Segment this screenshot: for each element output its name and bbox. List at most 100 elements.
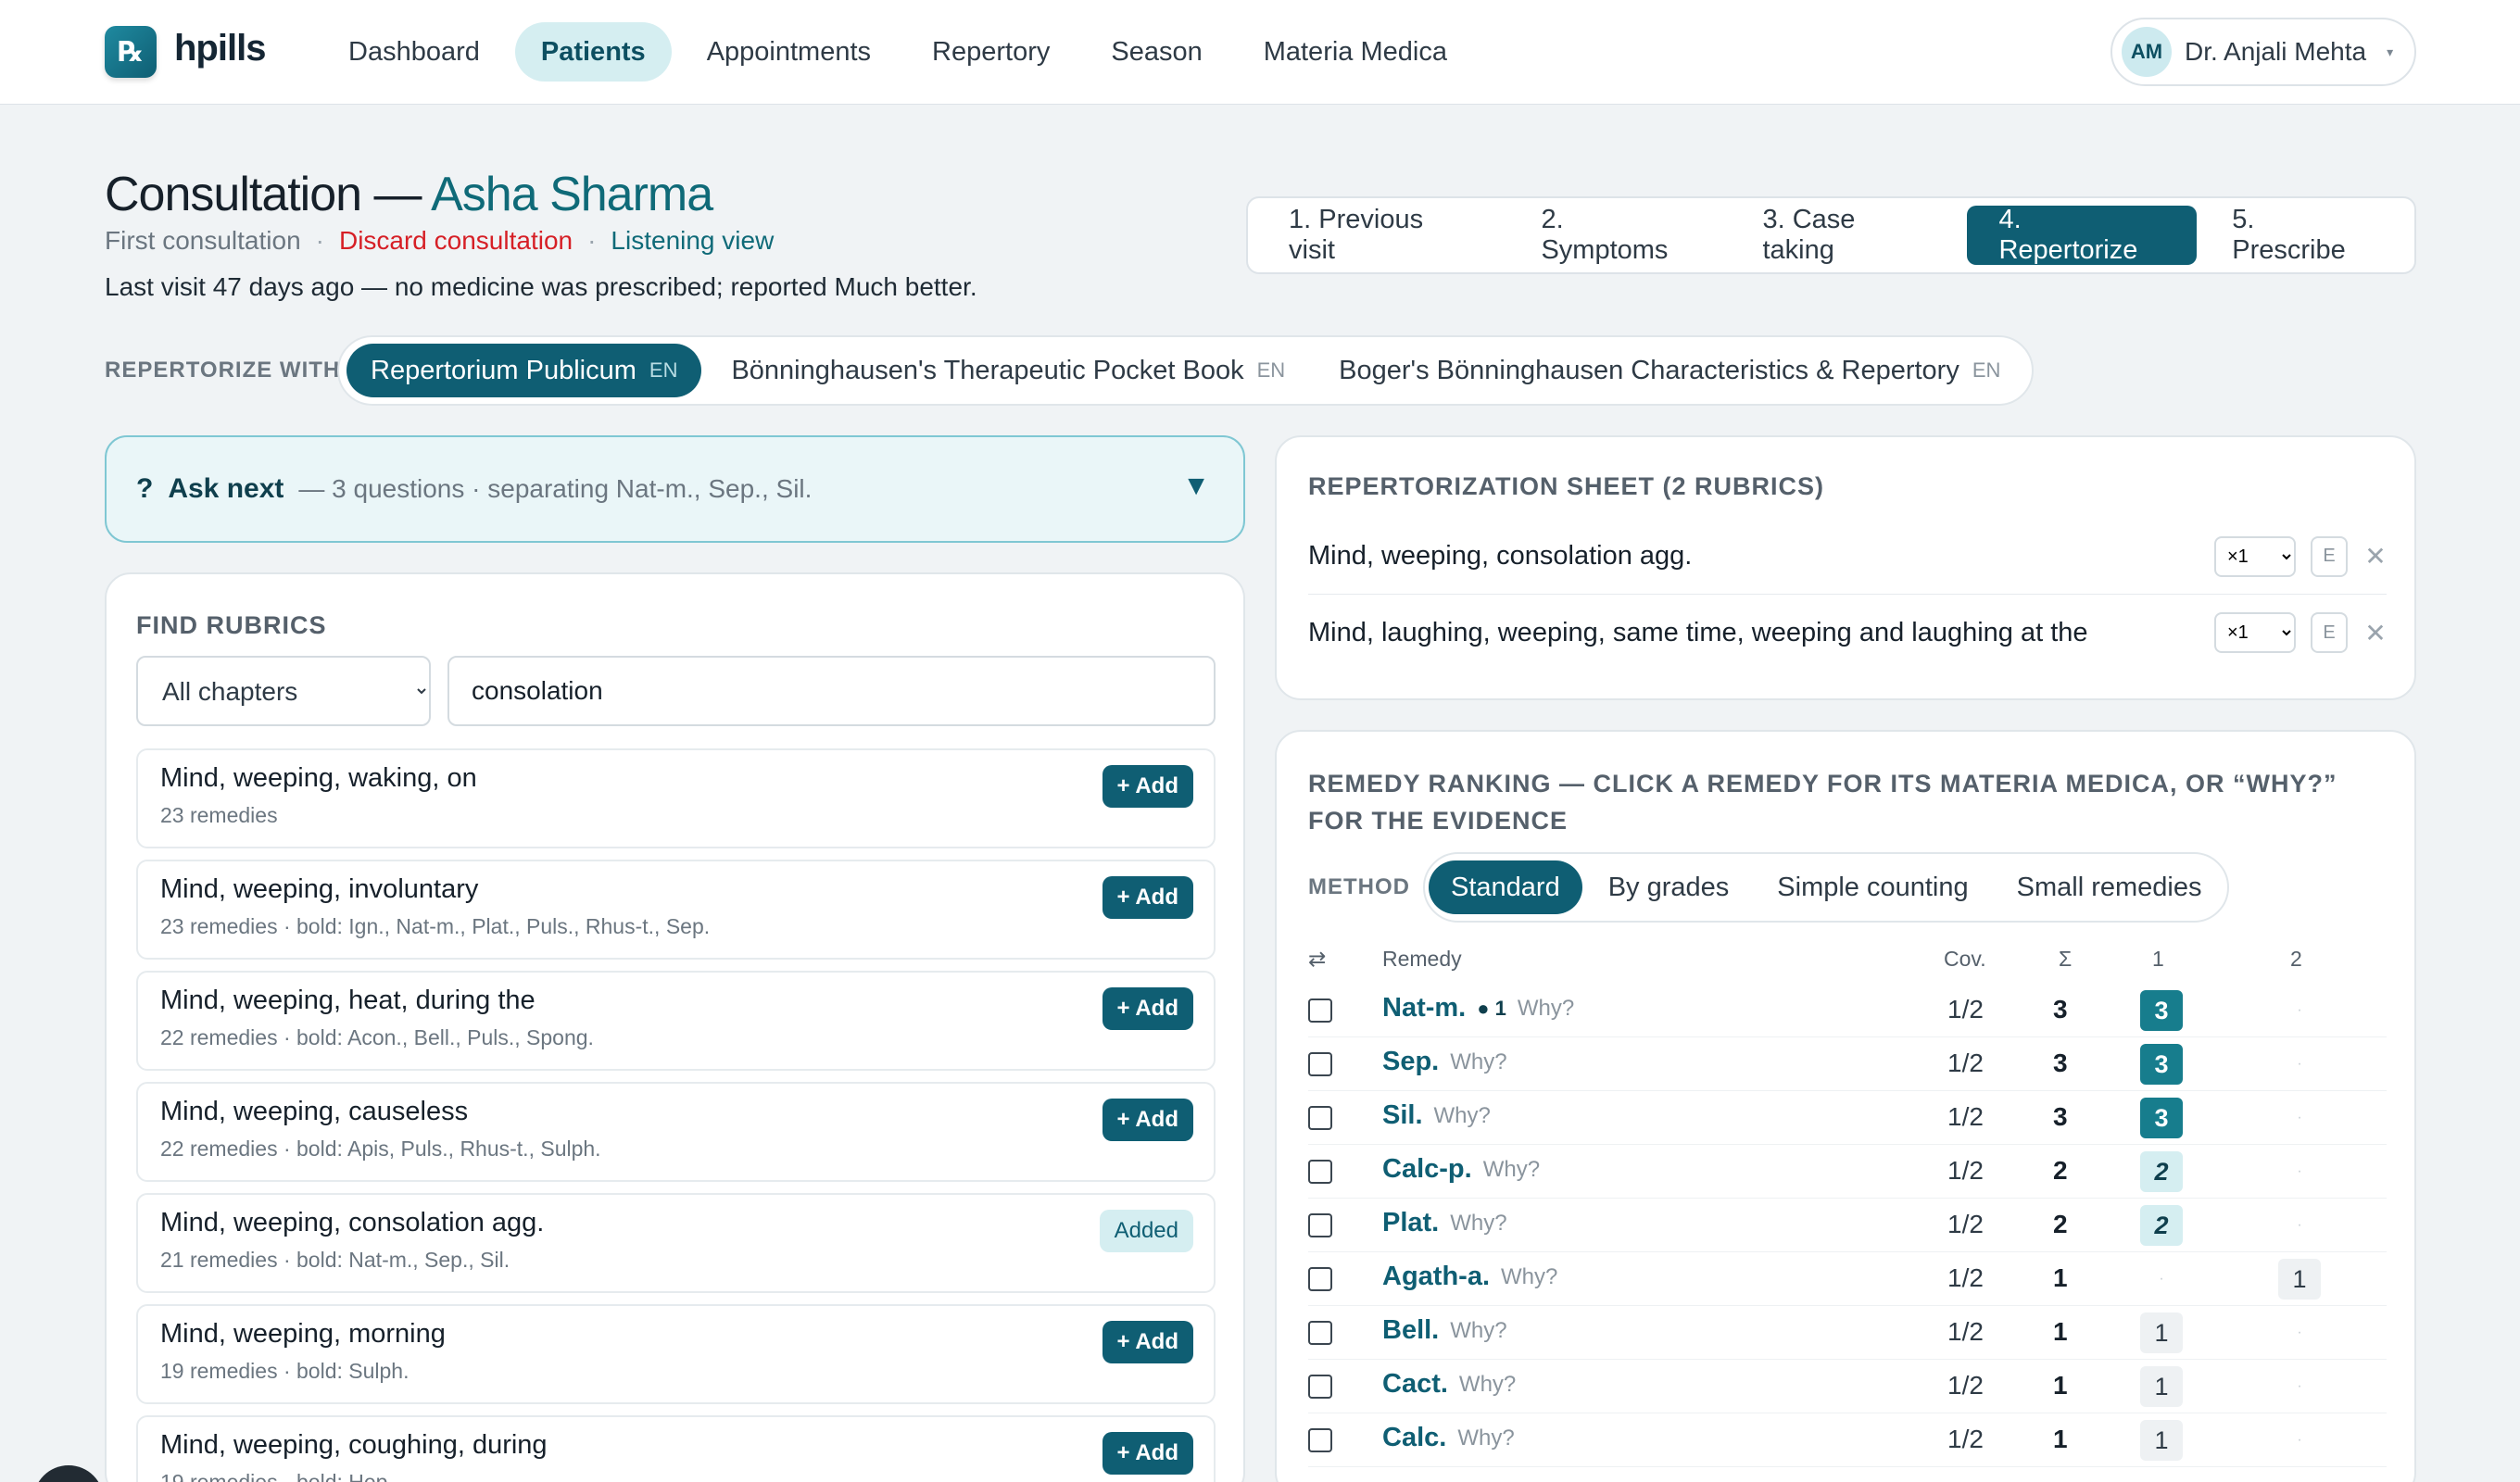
coverage-value: 1/2	[1947, 995, 1984, 1024]
multiplier-select[interactable]: ×1	[2214, 535, 2296, 577]
add-rubric-button[interactable]: + Add	[1102, 1321, 1193, 1363]
list-item[interactable]: Mind, weeping, heat, during the 22 remed…	[136, 971, 1216, 1071]
why-link[interactable]: Why?	[1434, 1103, 1491, 1129]
repertory-option-tpb[interactable]: Bönninghausen's Therapeutic Pocket Book …	[707, 344, 1309, 397]
table-row: Sil. Why? 1/2 3 3 ·	[1308, 1091, 2387, 1145]
consultation-meta: First consultation · Discard consultatio…	[105, 226, 774, 256]
remedy-select-checkbox[interactable]	[1308, 1106, 1332, 1130]
chevron-down-icon[interactable]: ▼	[1182, 471, 1210, 502]
column-rubric-2[interactable]: 2	[2290, 947, 2302, 972]
method-standard[interactable]: Standard	[1429, 860, 1582, 914]
user-menu[interactable]: AM Dr. Anjali Mehta ▾	[2110, 18, 2416, 86]
add-rubric-button[interactable]: + Add	[1102, 1099, 1193, 1141]
listening-view-link[interactable]: Listening view	[611, 226, 774, 256]
swap-icon[interactable]: ⇄	[1308, 947, 1326, 972]
added-rubric-badge: Added	[1099, 1210, 1193, 1252]
remedy-link[interactable]: Nat-m.	[1382, 993, 1466, 1024]
remedy-cell: Plat. Why?	[1382, 1208, 1507, 1238]
eliminative-toggle[interactable]: E	[2311, 535, 2348, 577]
step-symptoms[interactable]: 2. Symptoms	[1509, 205, 1727, 265]
close-icon[interactable]: ✕	[2364, 541, 2387, 571]
nav-dashboard[interactable]: Dashboard	[322, 22, 506, 82]
list-item[interactable]: Mind, weeping, morning 19 remedies · bol…	[136, 1304, 1216, 1404]
rubric-search-input[interactable]	[447, 656, 1216, 726]
list-item[interactable]: Mind, weeping, coughing, during 19 remed…	[136, 1415, 1216, 1482]
rubric-name: Mind, weeping, morning	[160, 1319, 446, 1349]
remedy-select-checkbox[interactable]	[1308, 1375, 1332, 1399]
nav-repertory[interactable]: Repertory	[906, 22, 1076, 82]
help-chat-button[interactable]	[33, 1465, 104, 1482]
sheet-rubric-name: Mind, weeping, consolation agg.	[1308, 541, 1693, 571]
separator-dot: ·	[315, 226, 324, 255]
brand-name[interactable]: hpills	[174, 28, 266, 69]
why-link[interactable]: Why?	[1459, 1372, 1516, 1398]
add-rubric-button[interactable]: + Add	[1102, 765, 1193, 808]
column-remedy[interactable]: Remedy	[1382, 947, 1462, 972]
step-repertorize[interactable]: 4. Repertorize	[1967, 205, 2198, 265]
remedy-select-checkbox[interactable]	[1308, 1321, 1332, 1345]
remedy-select-checkbox[interactable]	[1308, 1267, 1332, 1291]
list-item[interactable]: Mind, weeping, involuntary 23 remedies ·…	[136, 860, 1216, 960]
why-link[interactable]: Why?	[1457, 1425, 1514, 1451]
add-rubric-button[interactable]: + Add	[1102, 1432, 1193, 1475]
remedy-link[interactable]: Bell.	[1382, 1315, 1439, 1346]
nav-appointments[interactable]: Appointments	[681, 22, 897, 82]
method-by-grades[interactable]: By grades	[1586, 860, 1752, 914]
column-coverage[interactable]: Cov.	[1944, 947, 1986, 972]
rubric-name: Mind, weeping, involuntary	[160, 874, 479, 904]
remedy-link[interactable]: Calc.	[1382, 1423, 1446, 1453]
app-logo-icon[interactable]: ℞	[105, 26, 157, 78]
column-rubric-1[interactable]: 1	[2152, 947, 2164, 972]
step-previous-visit[interactable]: 1. Previous visit	[1257, 205, 1506, 265]
list-item[interactable]: Mind, weeping, causeless 22 remedies · b…	[136, 1082, 1216, 1182]
why-link[interactable]: Why?	[1483, 1157, 1540, 1183]
remedy-link[interactable]: Sil.	[1382, 1100, 1423, 1131]
why-link[interactable]: Why?	[1518, 996, 1574, 1022]
why-link[interactable]: Why?	[1501, 1264, 1557, 1290]
remedy-link[interactable]: Sep.	[1382, 1047, 1439, 1077]
nav-season[interactable]: Season	[1085, 22, 1228, 82]
remedy-select-checkbox[interactable]	[1308, 1428, 1332, 1452]
page-title-prefix: Consultation —	[105, 168, 432, 221]
table-row: Calc. Why? 1/2 1 1 ·	[1308, 1413, 2387, 1467]
remedy-link[interactable]: Plat.	[1382, 1208, 1439, 1238]
remedy-link[interactable]: Calc-p.	[1382, 1154, 1472, 1185]
add-rubric-button[interactable]: + Add	[1102, 987, 1193, 1030]
add-rubric-button[interactable]: + Add	[1102, 876, 1193, 919]
close-icon[interactable]: ✕	[2364, 618, 2387, 648]
step-case-taking[interactable]: 3. Case taking	[1731, 205, 1963, 265]
repertory-option-publicum[interactable]: Repertorium Publicum EN	[346, 344, 702, 397]
remedy-select-checkbox[interactable]	[1308, 998, 1332, 1023]
why-link[interactable]: Why?	[1450, 1318, 1506, 1344]
column-sum[interactable]: Σ	[2059, 947, 2072, 972]
rubric-results-list: Mind, weeping, waking, on 23 remedies + …	[136, 748, 1216, 1482]
list-item[interactable]: Mind, weeping, consolation agg. 21 remed…	[136, 1193, 1216, 1293]
method-small-remedies[interactable]: Small remedies	[1995, 860, 2224, 914]
coverage-value: 1/2	[1947, 1102, 1984, 1131]
sum-value: 1	[2053, 1371, 2068, 1400]
rubric-details: 19 remedies · bold: Sulph.	[160, 1359, 410, 1383]
remedy-select-checkbox[interactable]	[1308, 1052, 1332, 1076]
sheet-title: REPERTORIZATION SHEET (2 RUBRICS)	[1308, 472, 1825, 500]
why-link[interactable]: Why?	[1450, 1211, 1506, 1237]
ask-next-panel[interactable]: ? Ask next — 3 questions · separating Na…	[105, 435, 1245, 543]
language-badge: EN	[649, 358, 678, 382]
method-simple-counting[interactable]: Simple counting	[1755, 860, 1990, 914]
nav-patients[interactable]: Patients	[514, 22, 672, 82]
repertory-option-boger[interactable]: Boger's Bönninghausen Characteristics & …	[1315, 344, 2024, 397]
patient-name[interactable]: Asha Sharma	[431, 168, 713, 221]
eliminative-toggle[interactable]: E	[2311, 612, 2348, 653]
multiplier-select[interactable]: ×1	[2214, 612, 2296, 653]
chapter-select[interactable]: All chapters	[136, 656, 431, 726]
discard-consultation-link[interactable]: Discard consultation	[339, 226, 573, 256]
step-prescribe[interactable]: 5. Prescribe	[2200, 205, 2405, 265]
grade-cell: ·	[2297, 1325, 2302, 1340]
nav-materia-medica[interactable]: Materia Medica	[1238, 22, 1473, 82]
remedy-ranking-panel: REMEDY RANKING — CLICK A REMEDY FOR ITS …	[1275, 730, 2416, 1482]
remedy-link[interactable]: Agath-a.	[1382, 1262, 1490, 1292]
list-item[interactable]: Mind, weeping, waking, on 23 remedies + …	[136, 748, 1216, 848]
remedy-select-checkbox[interactable]	[1308, 1160, 1332, 1184]
remedy-link[interactable]: Cact.	[1382, 1369, 1448, 1400]
remedy-select-checkbox[interactable]	[1308, 1213, 1332, 1237]
why-link[interactable]: Why?	[1450, 1049, 1506, 1075]
